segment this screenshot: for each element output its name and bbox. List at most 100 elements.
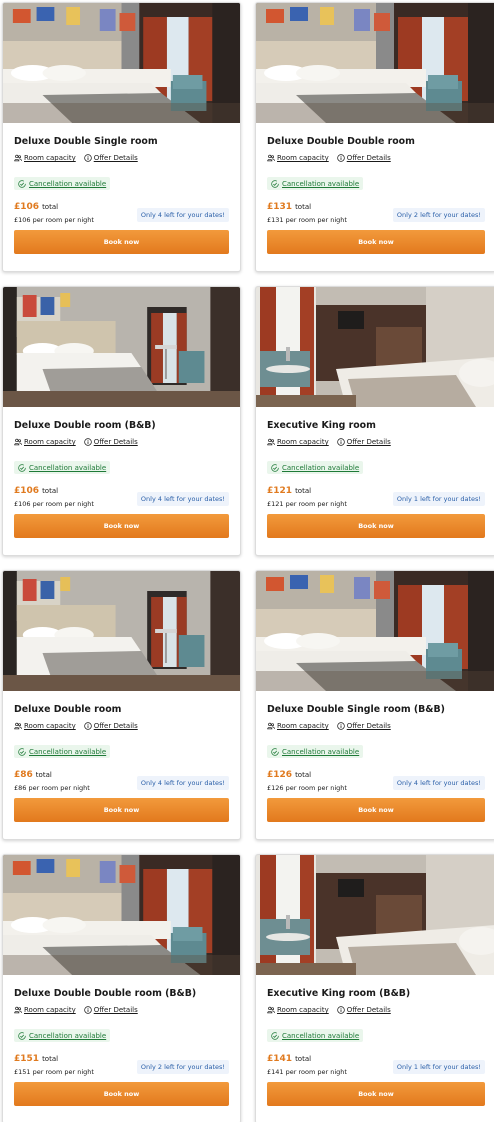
price-block: £141 total £141 per room per night: [267, 1054, 347, 1076]
cancellation-label: Cancellation available: [29, 179, 107, 188]
room-capacity-label: Room capacity: [24, 1006, 76, 1014]
check-circle-icon: [271, 1031, 279, 1040]
price-line: £106 total: [14, 202, 94, 212]
offer-details-link[interactable]: Offer Details: [83, 154, 138, 162]
cancellation-label: Cancellation available: [282, 747, 360, 756]
check-circle-icon: [18, 179, 26, 188]
price-block: £131 total £131 per room per night: [267, 202, 347, 224]
offer-details-link[interactable]: Offer Details: [336, 438, 391, 446]
room-capacity-link[interactable]: Room capacity: [267, 722, 329, 730]
room-photo-double: [3, 571, 240, 691]
price-per-night: £121 per room per night: [267, 499, 347, 508]
price-row: £121 total £121 per room per night Only …: [267, 486, 485, 508]
room-capacity-label: Room capacity: [277, 722, 329, 730]
offer-details-link[interactable]: Offer Details: [83, 438, 138, 446]
people-icon: [267, 154, 275, 162]
room-capacity-link[interactable]: Room capacity: [14, 722, 76, 730]
price-per-night: £141 per room per night: [267, 1067, 347, 1076]
offer-details-link[interactable]: Offer Details: [336, 722, 391, 730]
price-block: £121 total £121 per room per night: [267, 486, 347, 508]
cancellation-badge[interactable]: Cancellation available: [267, 461, 364, 474]
book-now-button[interactable]: Book now: [267, 229, 485, 254]
price-total-label: total: [42, 202, 59, 211]
price-block: £106 total £106 per room per night: [14, 486, 94, 508]
offer-details-label: Offer Details: [346, 154, 391, 162]
price-block: £151 total £151 per room per night: [14, 1054, 94, 1076]
room-card-body: Deluxe Double Double room Room capacity …: [256, 123, 494, 254]
room-capacity-link[interactable]: Room capacity: [14, 438, 76, 446]
room-capacity-link[interactable]: Room capacity: [267, 1006, 329, 1014]
price-row: £141 total £141 per room per night Only …: [267, 1054, 485, 1076]
price-line: £131 total: [267, 202, 347, 212]
room-title: Executive King room: [267, 420, 376, 431]
room-card-body: Deluxe Double Double room (B&B) Room cap…: [3, 975, 240, 1106]
offer-details-label: Offer Details: [93, 1006, 138, 1014]
offer-details-label: Offer Details: [93, 154, 138, 162]
room-links: Room capacity Offer Details: [267, 720, 485, 732]
price-total-label: total: [35, 770, 52, 779]
cancellation-badge[interactable]: Cancellation available: [267, 745, 364, 758]
offer-details-link[interactable]: Offer Details: [336, 1006, 391, 1014]
offer-details-link[interactable]: Offer Details: [336, 154, 391, 162]
price-line: £121 total: [267, 486, 347, 496]
room-title: Deluxe Double Double room: [267, 136, 415, 147]
room-photo[interactable]: [3, 3, 240, 123]
room-photo[interactable]: [3, 855, 240, 975]
book-now-button[interactable]: Book now: [267, 513, 485, 538]
room-links: Room capacity Offer Details: [267, 436, 485, 448]
price-row: £126 total £126 per room per night Only …: [267, 770, 485, 792]
check-circle-icon: [18, 1031, 26, 1040]
room-card-7: Deluxe Double Double room (B&B) Room cap…: [2, 854, 241, 1122]
room-card-8: Executive King room (B&B) Room capacity …: [255, 854, 494, 1122]
book-now-button[interactable]: Book now: [267, 797, 485, 822]
room-links: Room capacity Offer Details: [267, 1004, 485, 1016]
room-card-3: Deluxe Double room (B&B) Room capacity O…: [2, 286, 241, 556]
cancellation-badge[interactable]: Cancellation available: [14, 177, 111, 190]
room-photo[interactable]: [256, 3, 494, 123]
room-title: Deluxe Double room: [14, 704, 122, 715]
room-capacity-link[interactable]: Room capacity: [267, 154, 329, 162]
room-price: £126: [267, 769, 293, 780]
offer-details-link[interactable]: Offer Details: [83, 1006, 138, 1014]
people-icon: [267, 1006, 275, 1014]
cancellation-badge[interactable]: Cancellation available: [14, 461, 111, 474]
room-capacity-label: Room capacity: [277, 1006, 329, 1014]
room-capacity-label: Room capacity: [24, 438, 76, 446]
room-card-body: Deluxe Double Single room Room capacity …: [3, 123, 240, 254]
people-icon: [14, 1006, 22, 1014]
availability-badge: Only 4 left for your dates!: [136, 775, 229, 790]
price-total-label: total: [295, 1054, 312, 1063]
room-price: £106: [14, 201, 40, 212]
price-row: £131 total £131 per room per night Only …: [267, 202, 485, 224]
room-capacity-label: Room capacity: [277, 438, 329, 446]
room-photo[interactable]: [256, 855, 494, 975]
cancellation-badge[interactable]: Cancellation available: [267, 177, 364, 190]
cancellation-label: Cancellation available: [282, 179, 360, 188]
room-photo[interactable]: [3, 287, 240, 407]
offer-details-label: Offer Details: [346, 438, 391, 446]
cancellation-badge[interactable]: Cancellation available: [14, 1029, 111, 1042]
cancellation-label: Cancellation available: [29, 463, 107, 472]
room-capacity-link[interactable]: Room capacity: [14, 154, 76, 162]
cancellation-badge[interactable]: Cancellation available: [14, 745, 111, 758]
book-now-button[interactable]: Book now: [14, 513, 229, 538]
room-price: £151: [14, 1053, 40, 1064]
cancellation-badge[interactable]: Cancellation available: [267, 1029, 364, 1042]
book-now-button[interactable]: Book now: [267, 1081, 485, 1106]
info-icon: [336, 1006, 345, 1014]
room-card-body: Deluxe Double room Room capacity Offer D…: [3, 691, 240, 822]
room-photo-double: [3, 287, 240, 407]
room-photo[interactable]: [3, 571, 240, 691]
room-capacity-link[interactable]: Room capacity: [267, 438, 329, 446]
room-photo[interactable]: [256, 287, 494, 407]
book-now-button[interactable]: Book now: [14, 797, 229, 822]
info-icon: [336, 154, 345, 162]
room-photo[interactable]: [256, 571, 494, 691]
book-now-button[interactable]: Book now: [14, 1081, 229, 1106]
availability-badge: Only 1 left for your dates!: [392, 1059, 485, 1074]
book-now-button[interactable]: Book now: [14, 229, 229, 254]
room-photo-twin: [256, 3, 494, 123]
room-capacity-link[interactable]: Room capacity: [14, 1006, 76, 1014]
price-line: £86 total: [14, 770, 90, 780]
offer-details-link[interactable]: Offer Details: [83, 722, 138, 730]
